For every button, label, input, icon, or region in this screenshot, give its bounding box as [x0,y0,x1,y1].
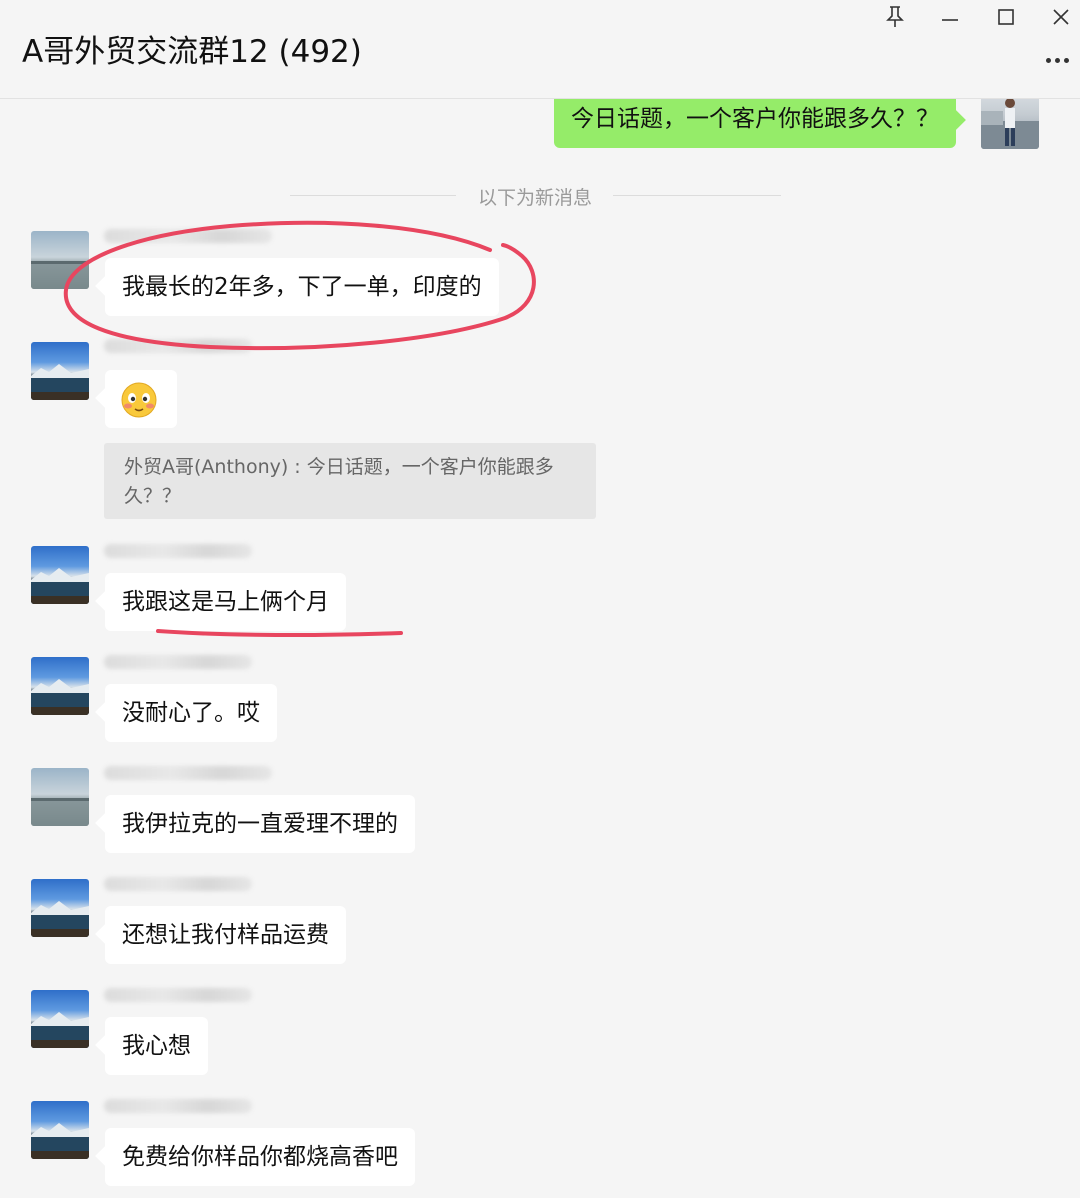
message-bubble[interactable]: 免费给你样品你都烧高香吧 [105,1128,415,1186]
pin-icon[interactable] [878,4,912,30]
message-bubble[interactable]: 没耐心了。哎 [105,684,277,742]
new-messages-divider: 以下为新消息 [477,187,592,209]
title-bar: A哥外贸交流群12 (492) [0,0,1080,99]
mountain-lake-avatar[interactable] [31,657,89,715]
blush-emoji-icon [120,381,158,423]
quote-separator: : [288,456,307,478]
divider-line-left [290,195,456,196]
sender-name-blurred [104,229,272,243]
divider-line-right [613,195,781,196]
close-icon[interactable] [1044,4,1078,30]
message-bubble[interactable]: 我最长的2年多，下了一单，印度的 [105,258,499,316]
red-underline-annotation [156,629,403,638]
message-bubble[interactable]: 还想让我付样品运费 [105,906,346,964]
sender-name-blurred [104,655,252,669]
minimize-icon[interactable] [933,4,967,30]
sender-name-blurred [104,877,252,891]
lake-avatar[interactable] [31,231,89,289]
quote-author: 外贸A哥(Anthony) [124,456,289,478]
own-avatar[interactable] [981,91,1039,149]
sender-name-blurred [104,339,252,353]
mountain-lake-avatar[interactable] [31,879,89,937]
mountain-lake-avatar[interactable] [31,342,89,400]
mountain-lake-avatar[interactable] [31,1101,89,1159]
mountain-lake-avatar[interactable] [31,546,89,604]
sender-name-blurred [104,544,252,558]
maximize-icon[interactable] [989,4,1023,30]
mountain-lake-avatar[interactable] [31,990,89,1048]
sender-name-blurred [104,988,252,1002]
more-icon[interactable] [1042,50,1072,70]
message-bubble[interactable]: 我跟这是马上俩个月 [105,573,346,631]
quoted-message[interactable]: 外贸A哥(Anthony) : 今日话题，一个客户你能跟多久？？ [104,443,596,519]
message-bubble[interactable]: 我伊拉克的一直爱理不理的 [105,795,415,853]
sender-name-blurred [104,766,272,780]
message-bubble[interactable]: 我心想 [105,1017,208,1075]
own-message-bubble[interactable]: 今日话题，一个客户你能跟多久？？ [554,92,956,148]
sender-name-blurred [104,1099,252,1113]
chat-title: A哥外贸交流群12 (492) [22,34,362,70]
lake-avatar[interactable] [31,768,89,826]
